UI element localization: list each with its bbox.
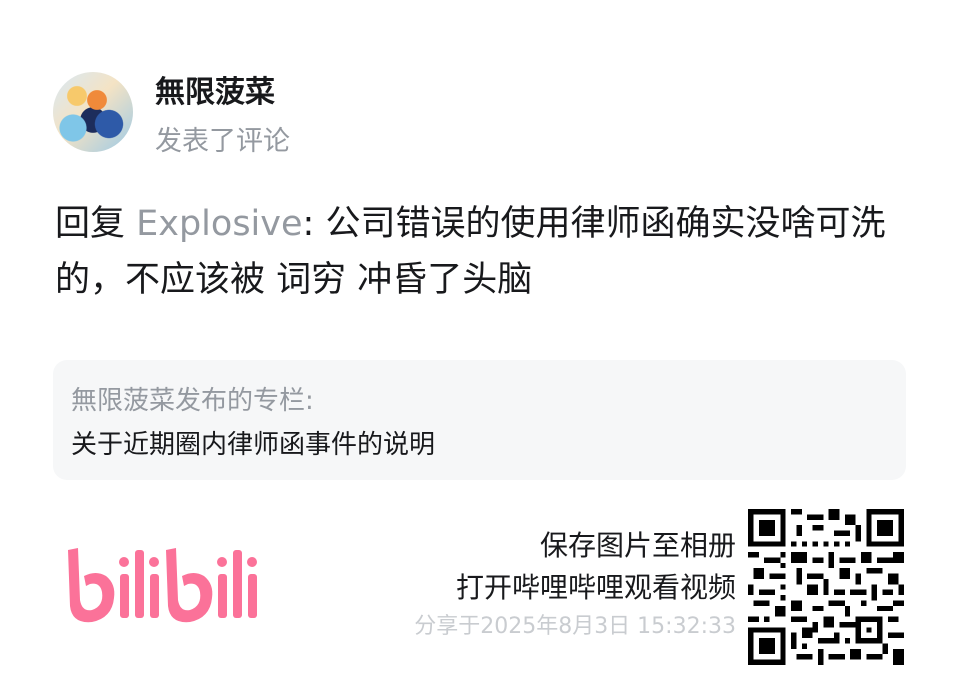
bilibili-logo — [68, 548, 257, 623]
comment-text: 回复 Explosive: 公司错误的使用律师函确实没啥可洗的，不应该被 词穷 … — [55, 196, 915, 308]
user-avatar[interactable] — [53, 72, 133, 152]
username[interactable]: 無限菠菜 — [155, 67, 275, 111]
column-title: 关于近期圈内律师函事件的说明 — [71, 430, 436, 460]
share-info: 保存图片至相册 打开哔哩哔哩观看视频 分享于2025年8月3日 15:32:33 — [414, 525, 736, 645]
open-app-text: 打开哔哩哔哩观看视频 — [455, 571, 736, 604]
save-to-album-text: 保存图片至相册 — [539, 529, 736, 562]
qr-code-icon[interactable] — [748, 509, 904, 665]
column-card[interactable]: 無限菠菜发布的专栏: 关于近期圈内律师函事件的说明 — [53, 360, 906, 480]
share-timestamp: 分享于2025年8月3日 15:32:33 — [414, 614, 736, 639]
comment-action-label: 发表了评论 — [155, 126, 290, 157]
column-label: 無限菠菜发布的专栏: — [71, 386, 314, 416]
mention-link[interactable]: Explosive — [136, 204, 302, 244]
reply-prefix: 回复 — [55, 204, 137, 244]
